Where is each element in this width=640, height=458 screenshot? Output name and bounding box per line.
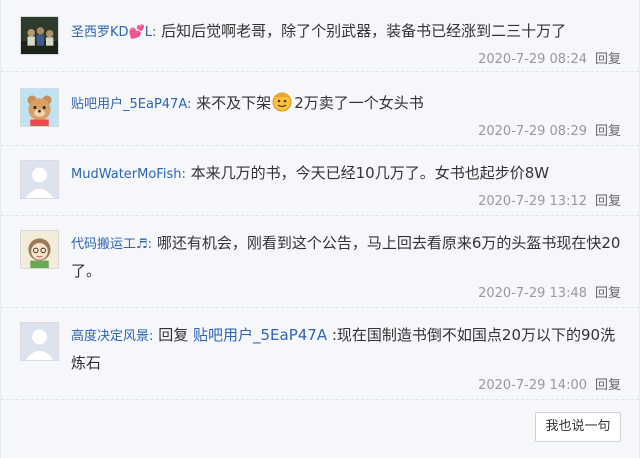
- username-separator: :: [147, 237, 153, 252]
- reply-meta: 2020-7-29 13:48 回复: [478, 282, 621, 301]
- reply-username[interactable]: MudWaterMoFish: [71, 167, 181, 182]
- reply-text: 哪还有机会，刚看到这个公告，马上回去看原来6万的头盔书现在快20了。: [71, 234, 621, 280]
- default-user-avatar-icon[interactable]: [20, 322, 59, 361]
- reply-text: 2万卖了一个女头书: [294, 94, 424, 112]
- say-something-button[interactable]: 我也说一句: [535, 412, 621, 442]
- reply-text: 来不及下架: [196, 94, 272, 112]
- reply-timestamp: 2020-7-29 13:48: [478, 286, 587, 301]
- reply-content: MudWaterMoFish: 本来几万的书，今天已经10几万了。女书也起步价8…: [71, 160, 621, 188]
- default-user-avatar-icon[interactable]: [20, 160, 59, 199]
- reply-meta: 2020-7-29 08:24 回复: [478, 48, 621, 67]
- reply-keyword: 回复: [158, 326, 189, 344]
- cartoon-girl-avatar-icon[interactable]: [20, 230, 59, 269]
- reply-timestamp: 2020-7-29 08:24: [478, 52, 587, 67]
- reply-button[interactable]: 回复: [595, 52, 621, 67]
- reply-content: 圣西罗KD💕L: 后知后觉啊老哥，除了个别武器，装备书已经涨到二三十万了: [71, 18, 621, 46]
- reply-username[interactable]: 代码搬运工♬: [71, 237, 148, 252]
- reply-text: 本来几万的书，今天已经10几万了。女书也起步价8W: [190, 164, 550, 182]
- reply-content: 贴吧用户_5EaP47A: 来不及下架 2万卖了一个女头书: [71, 90, 621, 118]
- username-separator: :: [187, 97, 192, 112]
- reply-item: 贴吧用户_5EaP47A: 来不及下架 2万卖了一个女头书 2020-7-29 0…: [1, 72, 639, 146]
- reply-content: 高度决定风景: 回复 贴吧用户_5EaP47A :现在国制造书倒不如国点20万以…: [71, 322, 621, 376]
- reply-item: 代码搬运工♬: 哪还有机会，刚看到这个公告，马上回去看原来6万的头盔书现在快20…: [1, 216, 639, 308]
- reply-username[interactable]: 高度决定风景: [71, 329, 149, 344]
- reply-meta: 2020-7-29 08:29 回复: [478, 120, 621, 139]
- reply-meta: 2020-7-29 14:00 回复: [478, 374, 621, 393]
- reply-thread: 圣西罗KD💕L: 后知后觉啊老哥，除了个别武器，装备书已经涨到二三十万了 202…: [0, 0, 640, 458]
- username-separator: :: [151, 25, 157, 40]
- reply-timestamp: 2020-7-29 13:12: [478, 194, 587, 209]
- username-separator: :: [181, 167, 186, 182]
- reply-button[interactable]: 回复: [595, 286, 621, 301]
- reply-timestamp: 2020-7-29 08:29: [478, 124, 587, 139]
- reply-timestamp: 2020-7-29 14:00: [478, 378, 587, 393]
- cartoon-bear-avatar-icon[interactable]: [20, 88, 59, 127]
- reply-item: MudWaterMoFish: 本来几万的书，今天已经10几万了。女书也起步价8…: [1, 146, 639, 216]
- reply-item: 高度决定风景: 回复 贴吧用户_5EaP47A :现在国制造书倒不如国点20万以…: [1, 308, 639, 400]
- reply-text: :现在国制造书倒不如国点20万以下的90洗炼石: [71, 326, 616, 372]
- reply-content: 代码搬运工♬: 哪还有机会，刚看到这个公告，马上回去看原来6万的头盔书现在快20…: [71, 230, 621, 284]
- reply-username[interactable]: 圣西罗KD💕L: [71, 25, 152, 40]
- reply-button[interactable]: 回复: [595, 124, 621, 139]
- dark-team-photo-avatar-icon[interactable]: [20, 16, 59, 55]
- reply-button[interactable]: 回复: [595, 378, 621, 393]
- reply-item: 圣西罗KD💕L: 后知后觉啊老哥，除了个别武器，装备书已经涨到二三十万了 202…: [1, 0, 639, 72]
- mentioned-user[interactable]: 贴吧用户_5EaP47A: [193, 326, 327, 344]
- username-separator: :: [149, 329, 154, 344]
- reply-meta: 2020-7-29 13:12 回复: [478, 190, 621, 209]
- reply-text: 后知后觉啊老哥，除了个别武器，装备书已经涨到二三十万了: [161, 22, 567, 40]
- reply-username[interactable]: 贴吧用户_5EaP47A: [71, 97, 187, 112]
- reply-button[interactable]: 回复: [595, 194, 621, 209]
- smiling-emoji-icon: [271, 90, 293, 112]
